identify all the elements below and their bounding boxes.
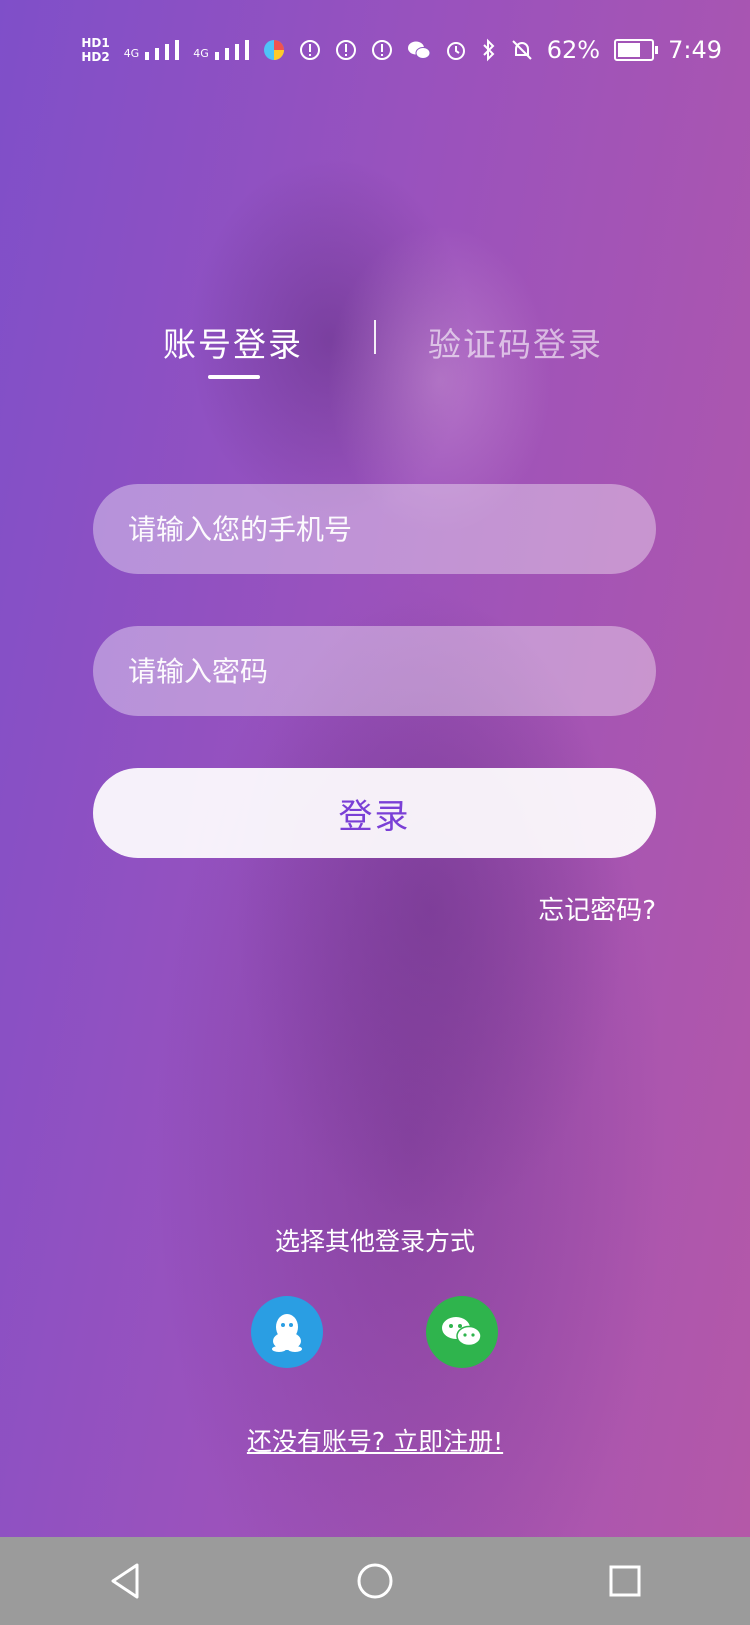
home-button[interactable] xyxy=(345,1551,405,1611)
recent-apps-icon xyxy=(609,1565,641,1597)
register-link[interactable]: 还没有账号? 立即注册! xyxy=(0,1422,750,1458)
qq-icon xyxy=(272,1314,302,1352)
alert-icon xyxy=(371,40,392,60)
phone-field[interactable] xyxy=(93,484,656,574)
bluetooth-icon xyxy=(483,38,495,62)
phone-input[interactable] xyxy=(126,511,656,547)
battery-percent: 62% xyxy=(546,36,601,64)
system-nav-bar xyxy=(0,1537,750,1625)
wechat-login-button[interactable] xyxy=(426,1296,498,1368)
other-login-title: 选择其他登录方式 xyxy=(274,1227,475,1256)
alert-icon xyxy=(335,40,356,60)
tab-code-login[interactable]: 验证码登录 xyxy=(428,318,603,366)
mute-bell-icon xyxy=(512,40,532,60)
wechat-icon xyxy=(407,41,431,59)
wechat-icon xyxy=(442,1317,482,1347)
battery-icon xyxy=(614,39,659,61)
back-button[interactable] xyxy=(95,1551,155,1611)
active-tab-indicator xyxy=(208,375,260,379)
signal-icon-2: 4G xyxy=(193,40,249,60)
tab-account-login[interactable]: 账号登录 xyxy=(163,318,303,366)
password-field[interactable] xyxy=(93,626,656,716)
clock: 7:49 xyxy=(668,36,722,64)
hd2-indicator: HD2 xyxy=(81,50,110,64)
login-tabs: 账号登录 验证码登录 xyxy=(0,300,750,390)
login-button[interactable]: 登录 xyxy=(93,768,656,858)
alarm-icon xyxy=(446,42,465,60)
password-input[interactable] xyxy=(126,653,656,689)
alert-icon xyxy=(299,40,320,60)
hd-indicators: HD1 HD2 xyxy=(81,36,109,64)
login-screen: HD1 HD2 4G 4G 62% 7:49 账号登录 验证码登录 请输入您的手… xyxy=(0,0,750,1537)
back-icon xyxy=(111,1563,139,1599)
app-icon xyxy=(263,40,284,60)
home-icon xyxy=(357,1563,393,1599)
status-bar: HD1 HD2 4G 4G 62% 7:49 xyxy=(0,0,750,100)
hd1-indicator: HD1 xyxy=(81,36,110,50)
recent-apps-button[interactable] xyxy=(595,1551,655,1611)
qq-login-button[interactable] xyxy=(251,1296,323,1368)
signal-icon: 4G xyxy=(124,40,180,60)
forgot-password-link[interactable]: 忘记密码? xyxy=(538,890,656,927)
tab-divider xyxy=(374,320,376,354)
